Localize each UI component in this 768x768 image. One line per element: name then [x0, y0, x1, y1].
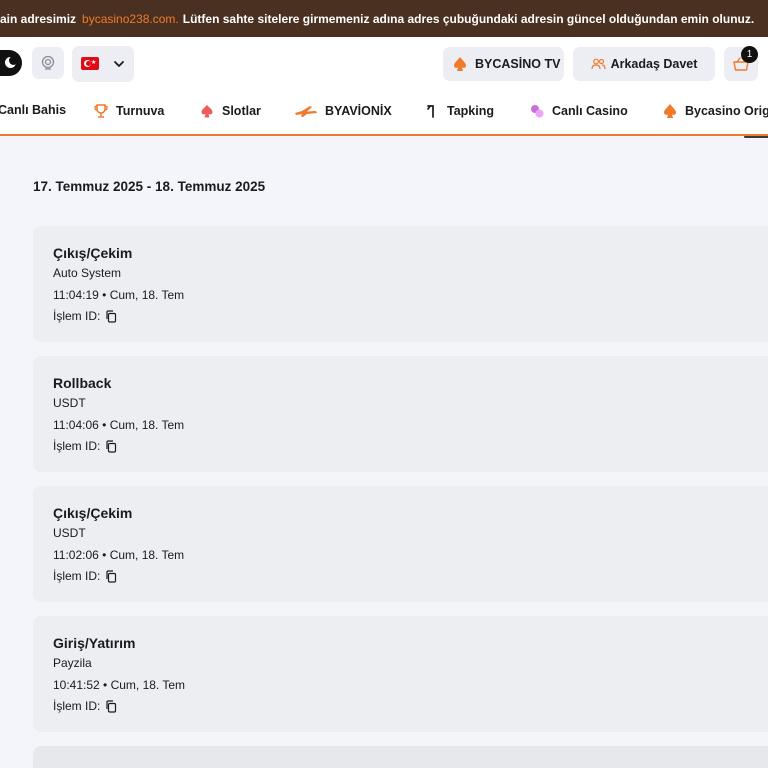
nav-item-turnuva[interactable]: Turnuva	[93, 103, 164, 119]
bycasino-logo-icon	[662, 103, 678, 119]
nav-item-canli-bahis[interactable]: Canlı Bahis	[0, 103, 66, 117]
nav-label: Turnuva	[116, 104, 165, 118]
transaction-time: 10:41:52 • Cum, 18. Tem	[53, 678, 186, 692]
invite-friend-button[interactable]: Arkadaş Davet	[573, 47, 715, 81]
top-bar: ★ BYCASİNO TV Arkadaş Davet	[0, 37, 768, 89]
nav-label: BYAVİONİX	[325, 104, 392, 118]
transaction-id-label: İşlem ID:	[53, 439, 101, 453]
trophy-icon	[93, 103, 109, 119]
nav-item-bycasino-originals[interactable]: Bycasino Origi	[662, 103, 768, 119]
cart-count-badge: 1	[741, 46, 758, 63]
banner-message: Lütfen sahte sitelere girmemeniz adına a…	[182, 11, 755, 26]
transaction-card[interactable]: Rollback USDT 11:04:06 • Cum, 18. Tem İş…	[33, 356, 768, 472]
nav-item-slotlar[interactable]: Slotlar	[199, 103, 261, 119]
transaction-type: Giriş/Yatırım	[53, 635, 136, 651]
nav-item-tapking[interactable]: Tapking	[424, 103, 494, 119]
bycasino-tv-button[interactable]: BYCASİNO TV	[443, 47, 564, 81]
nav-item-byavionix[interactable]: BYAVİONİX	[294, 103, 392, 119]
transaction-method: USDT	[53, 396, 86, 410]
transaction-id-label: İşlem ID:	[53, 569, 101, 583]
transaction-card[interactable]: Çıkış/Çekim USDT 11:02:06 • Cum, 18. Tem…	[33, 486, 768, 602]
chevron-down-icon	[114, 61, 124, 67]
language-selector[interactable]: ★	[72, 46, 134, 82]
users-icon	[590, 58, 606, 70]
turkey-flag-icon: ★	[81, 57, 99, 70]
copy-icon[interactable]	[105, 309, 117, 323]
nav-item-canli-casino[interactable]: Canlı Casino	[529, 103, 628, 119]
domain-warning-banner: ain adresimiz bycasino238.com. Lütfen sa…	[0, 0, 768, 37]
transaction-method: USDT	[53, 526, 86, 540]
date-range-heading: 17. Temmuz 2025 - 18. Temmuz 2025	[33, 179, 266, 194]
transaction-time: 11:04:06 • Cum, 18. Tem	[53, 418, 185, 432]
transaction-id-row: İşlem ID:	[53, 439, 117, 453]
bycasino-spade-icon	[454, 57, 466, 71]
transaction-id-label: İşlem ID:	[53, 309, 101, 323]
nav-label: Canlı Casino	[552, 104, 628, 118]
support-button[interactable]	[32, 47, 64, 79]
banner-prefix: ain adresimiz	[0, 11, 77, 26]
transaction-id-row: İşlem ID:	[53, 699, 117, 713]
headset-icon	[41, 55, 55, 70]
transaction-type: Rollback	[53, 375, 112, 391]
copy-icon[interactable]	[105, 439, 117, 453]
transaction-method: Payzila	[53, 656, 92, 670]
copy-icon[interactable]	[105, 699, 117, 713]
transaction-id-row: İşlem ID:	[53, 309, 117, 323]
invite-label: Arkadaş Davet	[610, 57, 698, 71]
transaction-card[interactable]: Giriş/Yatırım Payzila 10:41:52 • Cum, 18…	[33, 616, 768, 732]
plane-icon	[294, 103, 318, 119]
tv-label: BYCASİNO TV	[475, 57, 561, 71]
theme-toggle-button[interactable]	[0, 50, 22, 76]
spade-icon	[199, 103, 215, 119]
nav-label: Canlı Bahis	[0, 103, 67, 117]
transaction-type: Çıkış/Çekim	[53, 505, 133, 521]
transaction-type: Çıkış/Çekim	[53, 245, 133, 261]
transaction-time: 11:04:19 • Cum, 18. Tem	[53, 288, 185, 302]
copy-icon[interactable]	[105, 569, 117, 583]
nav-label: Slotlar	[222, 104, 261, 118]
moon-icon	[5, 56, 18, 68]
transaction-card-partial[interactable]	[33, 746, 768, 768]
chips-icon	[529, 103, 545, 119]
transaction-id-row: İşlem ID:	[53, 569, 117, 583]
transaction-time: 11:02:06 • Cum, 18. Tem	[53, 548, 185, 562]
tap-icon	[424, 103, 440, 119]
transaction-card[interactable]: Çıkış/Çekim Auto System 11:04:19 • Cum, …	[33, 226, 768, 342]
banner-domain-link[interactable]: bycasino238.com.	[82, 12, 179, 26]
nav-label: Tapking	[447, 104, 494, 118]
nav-label: Bycasino Origi	[685, 104, 768, 118]
transaction-method: Auto System	[53, 266, 122, 280]
category-nav: Canlı Bahis Turnuva Slotlar BYAVİONİX Ta…	[0, 89, 768, 136]
transaction-id-label: İşlem ID:	[53, 699, 101, 713]
